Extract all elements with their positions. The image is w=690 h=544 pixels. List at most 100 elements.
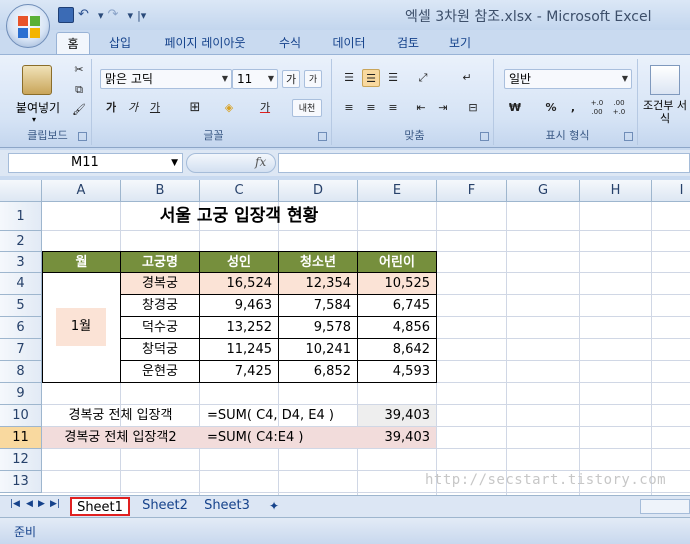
font-color-button[interactable]: 가 — [256, 99, 274, 117]
horizontal-scrollbar[interactable] — [640, 499, 690, 514]
underline-button[interactable]: 가 — [146, 99, 164, 117]
header-cell-month[interactable]: 월 — [42, 251, 121, 273]
palace-name-cell[interactable]: 덕수궁 — [120, 316, 200, 339]
row-header-2[interactable]: 2 — [0, 231, 42, 252]
select-all-corner[interactable] — [0, 180, 42, 202]
row-header-10[interactable]: 10 — [0, 405, 42, 427]
youth-cell[interactable]: 6,852 — [278, 360, 358, 383]
redo-icon[interactable]: ↷ — [108, 7, 124, 23]
row11-value[interactable]: 39,403 — [357, 427, 436, 448]
child-cell[interactable]: 8,642 — [357, 338, 437, 361]
palace-name-cell[interactable]: 경복궁 — [120, 272, 200, 295]
currency-button[interactable]: ₩ — [506, 99, 524, 117]
row10-label[interactable]: 경복궁 전체 입장객 — [42, 405, 199, 426]
undo-dropdown-icon[interactable]: ▾ — [98, 9, 104, 22]
tab-page-layout[interactable]: 페이지 레이아웃 — [152, 32, 258, 54]
borders-icon[interactable]: ⊞ — [186, 99, 204, 117]
name-box[interactable]: M11 ▼ — [8, 153, 183, 173]
comma-button[interactable]: , — [564, 99, 582, 117]
column-header-f[interactable]: F — [437, 180, 507, 202]
row-header-12[interactable]: 12 — [0, 449, 42, 471]
phonetic-button[interactable]: 내천 — [292, 99, 322, 117]
column-header-c[interactable]: C — [200, 180, 279, 202]
formula-input[interactable] — [278, 153, 690, 173]
youth-cell[interactable]: 9,578 — [278, 316, 358, 339]
italic-button[interactable]: 가 — [124, 99, 142, 117]
column-header-d[interactable]: D — [279, 180, 358, 202]
conditional-format-icon[interactable] — [650, 65, 680, 95]
alignment-launcher-icon[interactable] — [480, 132, 489, 141]
increase-indent-icon[interactable]: ⇥ — [434, 99, 452, 117]
increase-decimal-button[interactable]: +.0 .00 — [588, 99, 606, 117]
youth-cell[interactable]: 10,241 — [278, 338, 358, 361]
tab-review[interactable]: 검토 — [386, 32, 430, 54]
align-left-icon[interactable]: ≡ — [340, 99, 358, 117]
adult-cell[interactable]: 11,245 — [199, 338, 279, 361]
tab-data[interactable]: 데이터 — [322, 32, 376, 54]
next-sheet-icon[interactable]: ▶ — [38, 499, 45, 509]
row-header-7[interactable]: 7 — [0, 339, 42, 361]
align-top-icon[interactable]: ☰ — [340, 69, 358, 87]
save-icon[interactable] — [58, 7, 74, 23]
column-header-g[interactable]: G — [507, 180, 580, 202]
sheet-title[interactable]: 서울 고궁 입장객 현황 — [121, 202, 357, 230]
sheet-tab-1[interactable]: Sheet1 — [70, 497, 130, 516]
format-painter-icon[interactable]: 🖌 — [70, 101, 88, 119]
row-header-13[interactable]: 13 — [0, 471, 42, 493]
column-header-h[interactable]: H — [580, 180, 652, 202]
first-sheet-icon[interactable]: |◀ — [10, 499, 20, 509]
row-header-5[interactable]: 5 — [0, 295, 42, 317]
column-header-i[interactable]: I — [652, 180, 690, 202]
insert-function-icon[interactable]: fx — [255, 155, 266, 169]
row10-formula[interactable]: =SUM( C4, D4, E4 ) — [207, 405, 357, 426]
child-cell[interactable]: 4,593 — [357, 360, 437, 383]
orientation-icon[interactable]: ⤢ — [414, 69, 432, 87]
percent-button[interactable]: % — [542, 99, 560, 117]
palace-name-cell[interactable]: 창경궁 — [120, 294, 200, 317]
conditional-format-label[interactable]: 조건부 서식 — [642, 99, 688, 125]
office-button[interactable] — [6, 4, 50, 48]
font-size-select[interactable]: 11 ▼ — [232, 69, 278, 89]
adult-cell[interactable]: 9,463 — [199, 294, 279, 317]
child-cell[interactable]: 10,525 — [357, 272, 437, 295]
row-header-11[interactable]: 11 — [0, 427, 42, 449]
youth-cell[interactable]: 7,584 — [278, 294, 358, 317]
paste-icon[interactable] — [22, 65, 52, 95]
sheet-tab-3[interactable]: Sheet3 — [198, 497, 256, 516]
header-cell-youth[interactable]: 청소년 — [278, 251, 358, 273]
child-cell[interactable]: 6,745 — [357, 294, 437, 317]
tab-formulas[interactable]: 수식 — [268, 32, 312, 54]
bold-button[interactable]: 가 — [102, 99, 120, 117]
palace-name-cell[interactable]: 창덕궁 — [120, 338, 200, 361]
redo-dropdown-icon[interactable]: ▾ — [128, 9, 134, 22]
column-header-e[interactable]: E — [358, 180, 437, 202]
paste-button-label[interactable]: 붙여넣기 — [6, 99, 70, 116]
prev-sheet-icon[interactable]: ◀ — [26, 499, 33, 509]
tab-insert[interactable]: 삽입 — [100, 32, 140, 54]
align-bottom-icon[interactable]: ☰ — [384, 69, 402, 87]
align-right-icon[interactable]: ≡ — [384, 99, 402, 117]
wrap-text-icon[interactable]: ↵ — [458, 69, 476, 87]
row-header-3[interactable]: 3 — [0, 252, 42, 273]
clipboard-launcher-icon[interactable] — [78, 132, 87, 141]
tab-home[interactable]: 홈 — [56, 32, 90, 54]
row10-value[interactable]: 39,403 — [358, 405, 436, 426]
copy-icon[interactable]: ⧉ — [70, 81, 88, 99]
shrink-font-button[interactable]: 가 — [304, 70, 322, 88]
grow-font-button[interactable]: 가 — [282, 70, 300, 88]
row-header-4[interactable]: 4 — [0, 273, 42, 295]
row11-formula[interactable]: =SUM( C4:E4 ) — [199, 427, 357, 448]
row-header-6[interactable]: 6 — [0, 317, 42, 339]
merge-center-icon[interactable]: ⊟ — [464, 99, 482, 117]
cut-icon[interactable]: ✂ — [70, 61, 88, 79]
chevron-down-icon[interactable]: ▼ — [171, 154, 178, 172]
child-cell[interactable]: 4,856 — [357, 316, 437, 339]
adult-cell[interactable]: 13,252 — [199, 316, 279, 339]
row11-label[interactable]: 경복궁 전체 입장객2 — [42, 427, 199, 448]
row-header-8[interactable]: 8 — [0, 361, 42, 383]
align-center-icon[interactable]: ≡ — [362, 99, 380, 117]
undo-icon[interactable]: ↶ — [78, 7, 94, 23]
insert-sheet-icon[interactable]: ✦ — [262, 497, 286, 516]
paste-dropdown-icon[interactable]: ▾ — [32, 115, 36, 124]
customize-qat-icon[interactable]: |▾ — [137, 9, 146, 22]
